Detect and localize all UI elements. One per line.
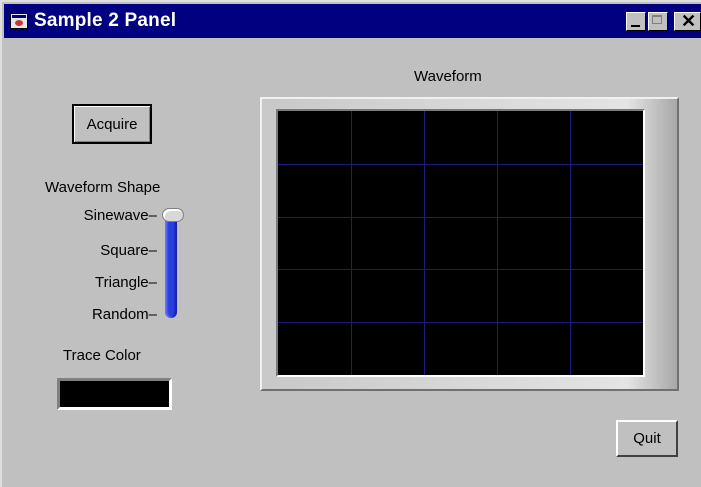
quit-button[interactable]: Quit <box>616 420 678 457</box>
minimize-icon[interactable] <box>626 12 646 31</box>
slider-option-triangle[interactable]: Triangle– <box>47 274 157 291</box>
slider-option-sinewave[interactable]: Sinewave– <box>47 207 157 224</box>
trace-color-box[interactable] <box>57 378 172 410</box>
close-icon: ✕ <box>681 11 697 31</box>
close-button[interactable]: ✕ <box>674 11 701 31</box>
slider-option-square[interactable]: Square– <box>47 242 157 259</box>
acquire-button[interactable]: Acquire <box>72 104 152 144</box>
labview-vi-icon[interactable] <box>10 13 28 29</box>
slider-track[interactable] <box>165 214 177 318</box>
title-bar[interactable]: Sample 2 Panel ✕ <box>4 4 701 38</box>
slider-knob[interactable] <box>162 208 184 222</box>
plot-grid <box>278 111 643 375</box>
waveform-plot-area[interactable] <box>276 109 645 377</box>
window-title: Sample 2 Panel <box>34 10 177 31</box>
acquire-button-label: Acquire <box>86 115 138 133</box>
panel-window: Sample 2 Panel ✕ Acquire Waveform Shape … <box>0 0 701 487</box>
slider-option-random[interactable]: Random– <box>47 306 157 323</box>
waveform-shape-label: Waveform Shape <box>45 179 161 196</box>
quit-button-label: Quit <box>633 430 661 447</box>
trace-color-label: Trace Color <box>63 347 141 364</box>
graph-title: Waveform <box>414 68 482 85</box>
maximize-icon[interactable] <box>648 12 668 31</box>
